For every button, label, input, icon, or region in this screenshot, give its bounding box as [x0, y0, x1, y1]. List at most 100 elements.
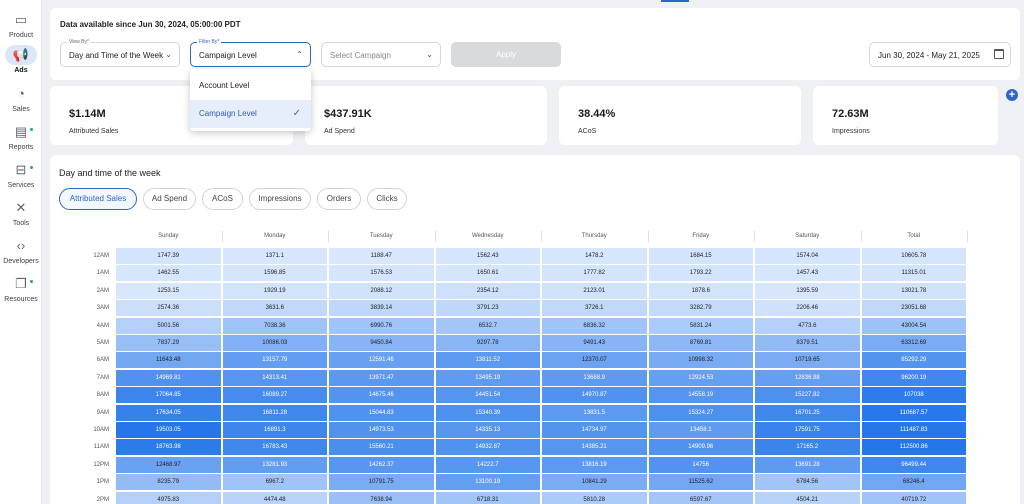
heatmap-cell[interactable]: 4773.6 — [755, 317, 860, 334]
heatmap-cell[interactable]: 3791.23 — [435, 300, 540, 317]
heatmap-cell[interactable]: 8379.51 — [755, 335, 860, 351]
heatmap-cell[interactable]: 1929.19 — [222, 282, 327, 299]
tab-acos[interactable]: ACoS — [202, 188, 243, 210]
heatmap-cell[interactable]: 6597.67 — [648, 491, 753, 504]
heatmap-cell[interactable]: 5001.56 — [116, 317, 221, 334]
heatmap-cell[interactable]: 14970.87 — [542, 387, 647, 404]
heatmap-cell[interactable]: 2574.36 — [116, 300, 221, 317]
heatmap-cell[interactable]: 2206.46 — [755, 300, 860, 317]
heatmap-cell[interactable]: 6532.7 — [435, 317, 540, 334]
heatmap-cell[interactable]: 13688.9 — [542, 369, 647, 386]
add-widget-button[interactable]: + — [1006, 89, 1018, 101]
heatmap-cell[interactable]: 14222.7 — [435, 456, 540, 473]
heatmap-cell[interactable]: 1576.53 — [329, 265, 434, 282]
heatmap-cell[interactable]: 13831.5 — [542, 404, 647, 421]
heatmap-cell[interactable]: 6718.31 — [435, 491, 540, 504]
heatmap-cell[interactable]: 6784.56 — [755, 474, 860, 491]
heatmap-cell[interactable]: 4474.48 — [222, 491, 327, 504]
heatmap-cell[interactable]: 10086.03 — [222, 335, 327, 351]
view-by-select[interactable]: View By* Day and Time of the Week ⌄ — [60, 39, 180, 67]
heatmap-cell[interactable]: 8769.81 — [648, 335, 753, 351]
heatmap-cell[interactable]: 111487.83 — [861, 422, 966, 438]
heatmap-cell[interactable]: 13458.1 — [648, 422, 753, 438]
heatmap-cell[interactable]: 43004.54 — [861, 317, 966, 334]
heatmap-cell[interactable]: 3839.14 — [329, 300, 434, 317]
heatmap-cell[interactable]: 16891.3 — [222, 422, 327, 438]
heatmap-cell[interactable]: 13100.19 — [435, 474, 540, 491]
heatmap-cell[interactable]: 14932.87 — [435, 439, 540, 456]
heatmap-cell[interactable]: 14675.46 — [329, 387, 434, 404]
heatmap-cell[interactable]: 1188.47 — [329, 248, 434, 264]
heatmap-cell[interactable]: 8235.79 — [116, 474, 221, 491]
heatmap-cell[interactable]: 17165.2 — [755, 439, 860, 456]
heatmap-cell[interactable]: 7638.94 — [329, 491, 434, 504]
heatmap-cell[interactable]: 16811.28 — [222, 404, 327, 421]
date-range-picker[interactable]: Jun 30, 2024 - May 21, 2025 — [869, 42, 1011, 67]
heatmap-cell[interactable]: 14756 — [648, 456, 753, 473]
heatmap-cell[interactable]: 14734.97 — [542, 422, 647, 438]
heatmap-cell[interactable]: 2088.12 — [329, 282, 434, 299]
heatmap-cell[interactable]: 4975.83 — [116, 491, 221, 504]
heatmap-cell[interactable]: 16783.43 — [222, 439, 327, 456]
heatmap-cell[interactable]: 1596.85 — [222, 265, 327, 282]
heatmap-cell[interactable]: 11315.01 — [861, 265, 966, 282]
heatmap-cell[interactable]: 112500.86 — [861, 439, 966, 456]
heatmap-cell[interactable]: 2354.12 — [435, 282, 540, 299]
sidebar-item-developers[interactable]: ‹› Developers — [0, 236, 42, 265]
heatmap-cell[interactable]: 14558.19 — [648, 387, 753, 404]
heatmap-cell[interactable]: 14313.41 — [222, 369, 327, 386]
heatmap-cell[interactable]: 3631.6 — [222, 300, 327, 317]
heatmap-cell[interactable]: 1253.15 — [116, 282, 221, 299]
heatmap-cell[interactable]: 1650.61 — [435, 265, 540, 282]
heatmap-cell[interactable]: 13816.19 — [542, 456, 647, 473]
heatmap-cell[interactable]: 9297.78 — [435, 335, 540, 351]
heatmap-cell[interactable]: 14451.54 — [435, 387, 540, 404]
heatmap-cell[interactable]: 10719.65 — [755, 352, 860, 369]
heatmap-cell[interactable]: 9450.84 — [329, 335, 434, 351]
heatmap-cell[interactable]: 40719.72 — [861, 491, 966, 504]
sidebar-item-product[interactable]: ▭ Product — [0, 10, 42, 39]
heatmap-cell[interactable]: 13495.19 — [435, 369, 540, 386]
heatmap-cell[interactable]: 17064.85 — [116, 387, 221, 404]
heatmap-cell[interactable]: 1395.59 — [755, 282, 860, 299]
heatmap-cell[interactable]: 5831.24 — [648, 317, 753, 334]
heatmap-cell[interactable]: 14262.37 — [329, 456, 434, 473]
heatmap-cell[interactable]: 13281.93 — [222, 456, 327, 473]
heatmap-cell[interactable]: 6990.76 — [329, 317, 434, 334]
sidebar-item-services[interactable]: ⊟ Services — [0, 160, 42, 189]
heatmap-cell[interactable]: 1793.22 — [648, 265, 753, 282]
heatmap-cell[interactable]: 12591.46 — [329, 352, 434, 369]
heatmap-cell[interactable]: 10791.75 — [329, 474, 434, 491]
heatmap-cell[interactable]: 4504.21 — [755, 491, 860, 504]
heatmap-cell[interactable]: 14969.81 — [116, 369, 221, 386]
heatmap-cell[interactable]: 1574.04 — [755, 248, 860, 264]
dropdown-option[interactable]: Account Level — [190, 72, 311, 100]
heatmap-cell[interactable]: 96200.19 — [861, 369, 966, 386]
campaign-select[interactable]: Select Campaign ⌄ — [321, 42, 441, 67]
heatmap-cell[interactable]: 23051.68 — [861, 300, 966, 317]
heatmap-cell[interactable]: 10841.29 — [542, 474, 647, 491]
dropdown-option[interactable]: Campaign Level ✓ — [190, 100, 311, 128]
heatmap-cell[interactable]: 1478.2 — [542, 248, 647, 264]
heatmap-cell[interactable]: 3726.1 — [542, 300, 647, 317]
heatmap-cell[interactable]: 11643.48 — [116, 352, 221, 369]
heatmap-cell[interactable]: 15340.39 — [435, 404, 540, 421]
sidebar-item-ads[interactable]: 📢 Ads — [0, 45, 42, 74]
heatmap-cell[interactable]: 63312.69 — [861, 335, 966, 351]
heatmap-cell[interactable]: 13157.79 — [222, 352, 327, 369]
heatmap-cell[interactable]: 1747.39 — [116, 248, 221, 264]
heatmap-cell[interactable]: 12370.07 — [542, 352, 647, 369]
sidebar-item-resources[interactable]: ❐ Resources — [0, 274, 42, 303]
heatmap-cell[interactable]: 7038.36 — [222, 317, 327, 334]
heatmap-cell[interactable]: 107038 — [861, 387, 966, 404]
heatmap-cell[interactable]: 85292.29 — [861, 352, 966, 369]
heatmap-cell[interactable]: 96499.44 — [861, 456, 966, 473]
heatmap-cell[interactable]: 12468.97 — [116, 456, 221, 473]
heatmap-cell[interactable]: 2123.01 — [542, 282, 647, 299]
heatmap-cell[interactable]: 16701.25 — [755, 404, 860, 421]
sidebar-item-sales[interactable]: ◔ Sales — [0, 84, 42, 113]
filter-by-select[interactable]: Filter By* Campaign Level ⌃ — [190, 39, 311, 67]
heatmap-cell[interactable]: 13811.52 — [435, 352, 540, 369]
heatmap-cell[interactable]: 14385.21 — [542, 439, 647, 456]
heatmap-cell[interactable]: 13021.78 — [861, 282, 966, 299]
